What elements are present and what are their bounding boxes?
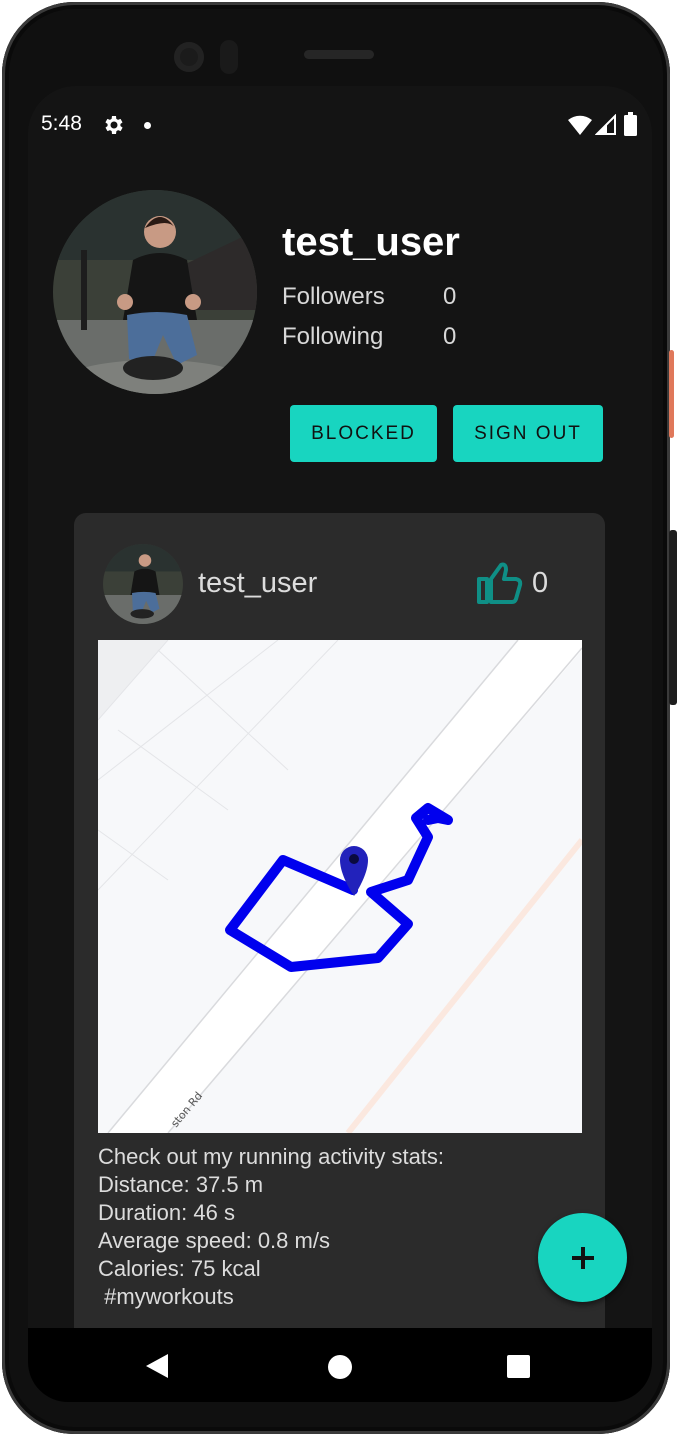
status-bar: 5:48 (28, 86, 652, 162)
followers-count[interactable]: 0 (443, 283, 456, 311)
followers-label[interactable]: Followers (282, 283, 385, 311)
system-nav-bar (28, 1328, 652, 1402)
status-time: 5:48 (41, 112, 82, 135)
volume-rocker (669, 530, 677, 705)
app-screen: 5:48 test_user Followers 0 Following 0 B… (28, 86, 652, 1402)
blocked-button[interactable]: BLOCKED (290, 405, 437, 462)
profile-username: test_user (282, 220, 460, 264)
gear-icon (105, 116, 123, 134)
post-description: Check out my running activity stats: Dis… (98, 1144, 445, 1309)
post-author-name[interactable]: test_user (198, 567, 317, 600)
post-author-avatar[interactable] (103, 544, 183, 624)
sign-out-button[interactable]: SIGN OUT (453, 405, 603, 462)
earpiece (304, 50, 374, 59)
notification-dot (144, 122, 151, 129)
following-label[interactable]: Following (282, 323, 383, 351)
profile-avatar[interactable] (53, 190, 257, 394)
front-camera (174, 42, 204, 72)
back-icon[interactable] (146, 1354, 168, 1378)
wifi-icon (568, 115, 592, 135)
battery-icon (624, 112, 637, 136)
route-map[interactable]: ston Rd (98, 640, 582, 1133)
thumbs-up-icon[interactable] (476, 561, 524, 605)
phone-frame: 5:48 test_user Followers 0 Following 0 B… (2, 2, 670, 1434)
recents-icon[interactable] (507, 1355, 530, 1378)
following-count[interactable]: 0 (443, 323, 456, 351)
post-card[interactable]: test_user 0 ston Rd Check out my running… (74, 513, 605, 1402)
add-workout-button[interactable] (538, 1213, 627, 1302)
like-count: 0 (532, 567, 549, 599)
proximity-sensor (220, 40, 238, 74)
signal-icon (595, 114, 616, 135)
home-icon[interactable] (328, 1355, 352, 1379)
power-button (669, 350, 674, 438)
plus-icon (571, 1246, 594, 1269)
